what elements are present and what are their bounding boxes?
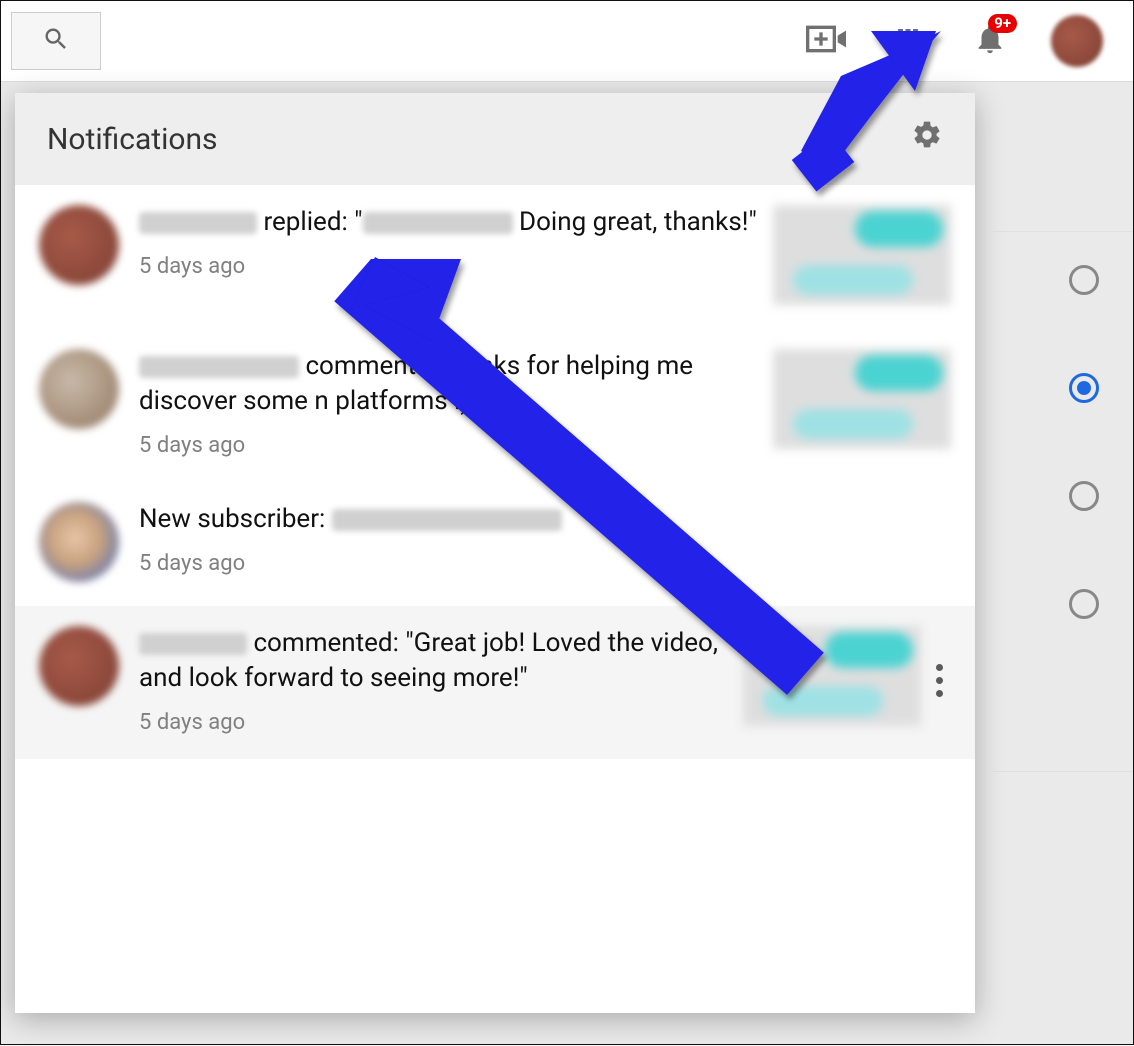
radio-option[interactable] <box>1069 589 1099 619</box>
notification-body: commented: "Great job! Loved the video, … <box>139 626 729 735</box>
sender-avatar[interactable] <box>39 626 119 706</box>
notification-body: New subscriber: 5 days ago <box>139 502 951 582</box>
sender-avatar[interactable] <box>39 502 119 582</box>
divider <box>993 231 1133 232</box>
radio-option[interactable] <box>1069 265 1099 295</box>
divider <box>993 771 1133 772</box>
create-video-button[interactable] <box>805 20 847 62</box>
notification-text: commented: "Great job! Loved the video, … <box>139 626 729 696</box>
search-button[interactable] <box>11 12 101 70</box>
notification-list: replied: " Doing great, thanks!" 5 days a… <box>15 185 975 1013</box>
notification-item[interactable]: New subscriber: 5 days ago <box>15 482 975 606</box>
notifications-button[interactable]: 9+ <box>969 20 1011 62</box>
gear-icon <box>911 124 943 159</box>
search-icon <box>42 25 70 57</box>
notification-item[interactable]: commented: "Great job! Loved the video, … <box>15 606 975 759</box>
notification-time: 5 days ago <box>139 254 759 279</box>
notification-count-badge: 9+ <box>988 14 1017 33</box>
apps-grid-icon <box>893 24 923 58</box>
radio-option[interactable] <box>1069 373 1099 403</box>
notification-text: commented: "anks for helping me discover… <box>139 349 759 419</box>
sender-avatar[interactable] <box>39 349 119 429</box>
notification-time: 5 days ago <box>139 710 729 735</box>
video-plus-icon <box>806 24 846 58</box>
notifications-panel: Notifications replied: " Doing great, th… <box>15 93 975 1013</box>
notification-time: 5 days ago <box>139 551 951 576</box>
top-bar: 9+ <box>1 1 1133 81</box>
apps-button[interactable] <box>887 20 929 62</box>
notification-text: New subscriber: <box>139 502 951 537</box>
notification-item[interactable]: commented: "anks for helping me discover… <box>15 329 975 482</box>
side-radio-group <box>1069 265 1099 619</box>
notification-settings-button[interactable] <box>911 119 943 159</box>
sender-avatar[interactable] <box>39 205 119 285</box>
video-thumbnail[interactable] <box>743 626 921 726</box>
notification-item[interactable]: replied: " Doing great, thanks!" 5 days a… <box>15 185 975 329</box>
notification-menu-button[interactable] <box>927 626 951 735</box>
account-avatar[interactable] <box>1051 15 1103 67</box>
panel-title: Notifications <box>47 122 218 157</box>
panel-header: Notifications <box>15 93 975 185</box>
notification-time: 5 days ago <box>139 433 759 458</box>
notification-text: replied: " Doing great, thanks!" <box>139 205 759 240</box>
notification-body: replied: " Doing great, thanks!" 5 days a… <box>139 205 759 305</box>
radio-option[interactable] <box>1069 481 1099 511</box>
video-thumbnail[interactable] <box>773 349 951 449</box>
video-thumbnail[interactable] <box>773 205 951 305</box>
top-right-icons: 9+ <box>805 15 1103 67</box>
notification-body: commented: "anks for helping me discover… <box>139 349 759 458</box>
